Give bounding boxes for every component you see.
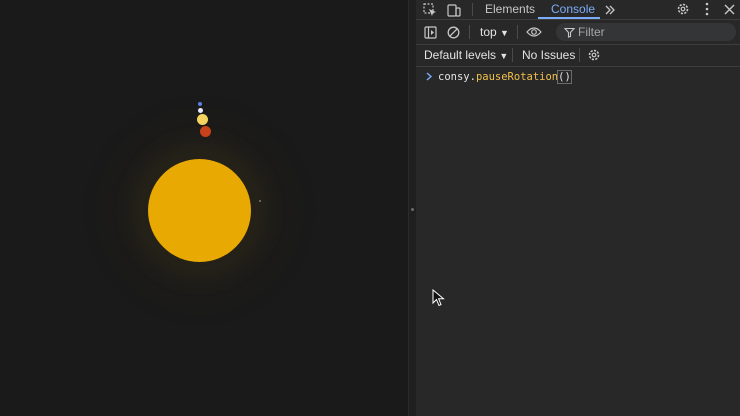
more-tabs-icon[interactable] <box>602 2 618 18</box>
context-selector[interactable]: top ▼ <box>480 24 509 40</box>
devtools-panel: Elements Console top ▼ Filter Default le… <box>416 0 740 416</box>
planet-tiny <box>259 200 261 202</box>
console-input[interactable]: consy.pauseRotation() <box>438 70 572 84</box>
context-label: top <box>480 25 497 39</box>
devtools-tabbar: Elements Console <box>416 0 740 20</box>
mouse-pointer-icon <box>432 289 445 307</box>
dropdown-arrow-icon: ▼ <box>499 51 509 61</box>
close-icon[interactable] <box>721 1 737 17</box>
eye-icon[interactable] <box>525 24 542 40</box>
tab-console-underline <box>538 17 600 19</box>
sidebar-toggle-icon[interactable] <box>422 24 438 40</box>
default-levels-dropdown[interactable]: Default levels ▼ <box>424 47 508 64</box>
planet-blue <box>198 102 202 106</box>
splitter-grip-icon <box>411 208 414 211</box>
tab-elements[interactable]: Elements <box>485 0 535 19</box>
planet-white <box>198 108 203 113</box>
filter-input[interactable]: Filter <box>556 23 736 41</box>
panel-splitter[interactable] <box>408 0 416 416</box>
prompt-chevron-icon <box>426 70 433 84</box>
console-toolbar: top ▼ Filter <box>416 20 740 45</box>
filter-icon <box>563 26 575 38</box>
console-input-area[interactable]: consy.pauseRotation() <box>416 67 740 416</box>
dropdown-arrow-icon: ▼ <box>500 28 509 38</box>
sun <box>148 159 251 262</box>
inspect-element-icon[interactable] <box>422 2 438 18</box>
settings-icon[interactable] <box>675 1 691 17</box>
input-object: consy <box>438 71 470 83</box>
no-issues-button[interactable]: No Issues <box>522 47 575 63</box>
input-method: pauseRotation <box>475 71 559 83</box>
planet-red <box>200 126 211 137</box>
text-caret <box>570 70 572 82</box>
gear-icon[interactable] <box>586 47 602 63</box>
kebab-menu-icon[interactable] <box>699 1 715 17</box>
default-levels-label: Default levels <box>424 48 497 62</box>
planet-yellow <box>197 114 208 125</box>
clear-console-icon[interactable] <box>445 24 461 40</box>
filter-placeholder: Filter <box>578 25 605 39</box>
device-toolbar-icon[interactable] <box>446 2 462 18</box>
page-viewport <box>0 0 408 416</box>
input-parens: () <box>557 70 572 84</box>
levels-bar: Default levels ▼ No Issues <box>416 44 740 67</box>
